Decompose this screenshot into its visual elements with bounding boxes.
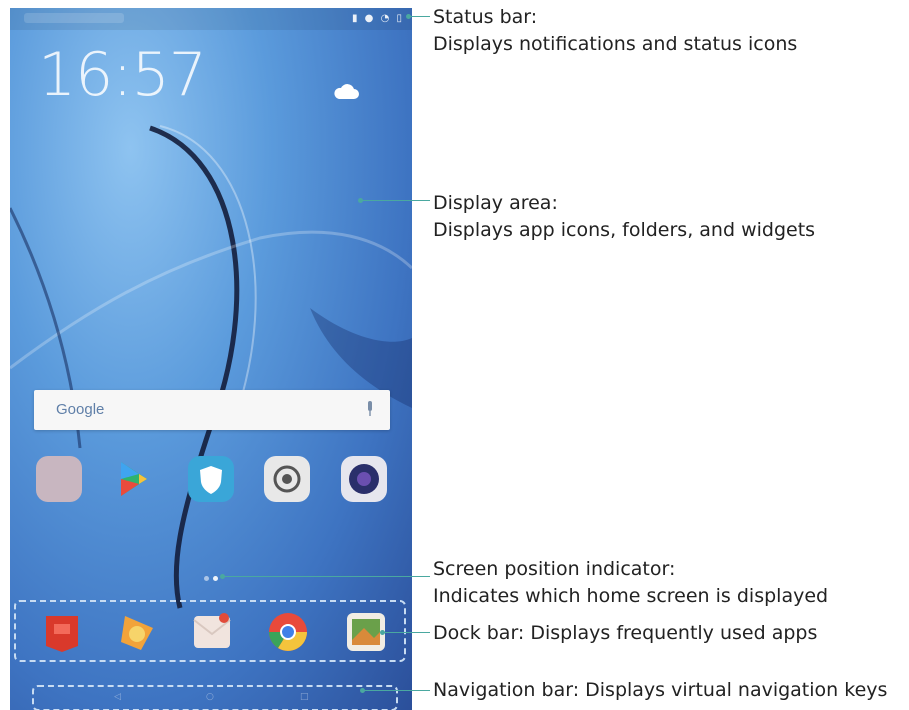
callout-screen-position: Screen position indicator: Indicates whi… [433, 556, 828, 610]
callout-status-bar: Status bar: Displays notifications and s… [433, 4, 797, 58]
email-icon[interactable] [190, 610, 234, 654]
photos-icon[interactable] [115, 610, 159, 654]
callout-screen-position-desc: Indicates which home screen is displayed [433, 585, 829, 607]
app-folder-icon[interactable] [36, 456, 82, 502]
callout-display-area-title: Display area: [433, 192, 558, 214]
google-search-widget[interactable]: Google [34, 390, 390, 430]
google-logo: Google [56, 401, 105, 418]
callout-screen-position-title: Screen position indicator: [433, 558, 676, 580]
callout-status-bar-desc: Displays notifications and status icons [433, 33, 798, 55]
settings-icon[interactable] [264, 456, 310, 502]
callout-navigation-bar: Navigation bar: Displays virtual navigat… [433, 677, 887, 704]
camera-icon[interactable] [341, 456, 387, 502]
figure: ▮ ● ◔ ▯ 16:57 Google ◁ ○ □ Status bar: D… [0, 0, 909, 710]
leader-line-dock [384, 632, 430, 633]
status-icons: ▮ ● ◔ ▯ [352, 13, 404, 24]
leader-line-nav [364, 690, 430, 691]
leader-line-display [362, 200, 430, 201]
music-icon[interactable] [40, 610, 84, 654]
phone-screen: ▮ ● ◔ ▯ 16:57 Google ◁ ○ □ [10, 8, 412, 710]
cloud-icon[interactable] [332, 82, 360, 100]
chrome-icon[interactable] [266, 610, 310, 654]
callout-dock-bar: Dock bar: Displays frequently used apps [433, 620, 817, 647]
callout-display-area-desc: Displays app icons, folders, and widgets [433, 219, 816, 241]
leader-line-indicator [224, 576, 430, 577]
clock-widget[interactable]: 16:57 [38, 40, 207, 110]
home-key-icon[interactable]: ○ [206, 692, 216, 702]
notification-area [24, 13, 124, 23]
leader-line-status [410, 16, 430, 17]
callout-navigation-bar-title: Navigation bar: Displays virtual navigat… [433, 679, 888, 701]
screen-position-indicator-dot[interactable] [204, 576, 209, 581]
back-key-icon[interactable]: ◁ [114, 692, 124, 702]
play-store-icon[interactable] [111, 456, 157, 502]
recents-key-icon[interactable]: □ [300, 692, 310, 702]
screen-position-indicator-dot-active[interactable] [213, 576, 218, 581]
phone-manager-icon[interactable] [188, 456, 234, 502]
callout-dock-bar-title: Dock bar: Displays frequently used apps [433, 622, 818, 644]
callout-status-bar-title: Status bar: [433, 6, 538, 28]
callout-display-area: Display area: Displays app icons, folder… [433, 190, 815, 244]
microphone-icon[interactable] [366, 401, 374, 417]
status-bar: ▮ ● ◔ ▯ [10, 8, 412, 30]
